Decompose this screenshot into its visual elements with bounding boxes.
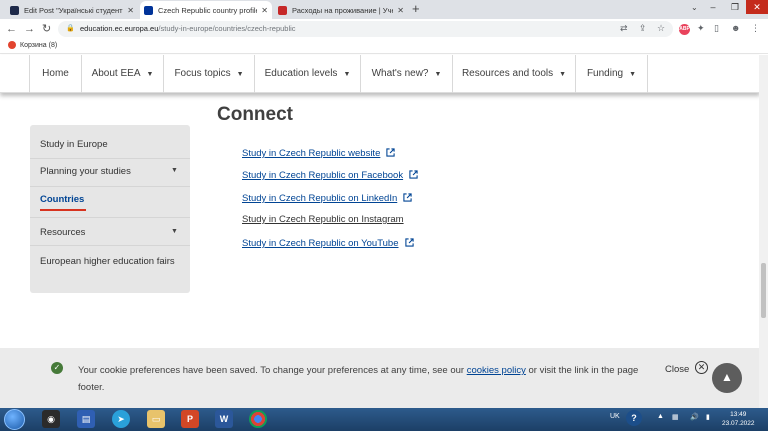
- tab-search-icon[interactable]: ⌄: [691, 3, 698, 12]
- network-icon[interactable]: ▦: [672, 413, 679, 421]
- active-indicator: [40, 209, 86, 211]
- divider: [30, 245, 190, 246]
- external-link-icon: [403, 193, 412, 202]
- divider: [30, 217, 190, 218]
- sidepanel-icon[interactable]: ▯: [714, 23, 719, 34]
- eu-flag-icon: [144, 5, 153, 15]
- caret-down-icon: ▼: [629, 71, 637, 78]
- caret-down-icon: ▼: [434, 71, 442, 78]
- cookie-message: Your cookie preferences have been saved.…: [78, 365, 639, 393]
- caret-down-icon: ▼: [559, 71, 567, 78]
- cookies-policy-link[interactable]: cookies policy: [467, 365, 526, 376]
- chrome-icon[interactable]: [249, 410, 267, 428]
- browser-tab-active[interactable]: Czech Republic country profile | ✕: [140, 1, 272, 19]
- battery-icon[interactable]: ▮: [706, 413, 710, 421]
- nav-item-whats-new[interactable]: What's new? ▼: [360, 55, 452, 93]
- nav-item-education-levels[interactable]: Education levels ▼: [254, 55, 360, 93]
- youtube-link[interactable]: Study in Czech Republic on YouTube: [242, 237, 414, 249]
- close-icon[interactable]: ✕: [695, 361, 708, 374]
- website-link[interactable]: Study in Czech Republic website: [242, 147, 395, 159]
- language-indicator[interactable]: UK: [610, 413, 620, 420]
- minimize-button[interactable]: –: [702, 0, 724, 14]
- start-button[interactable]: [4, 409, 25, 430]
- clock-date: 23.07.2022: [722, 420, 755, 427]
- instagram-link[interactable]: Study in Czech Republic on Instagram: [242, 214, 404, 225]
- url-host: education.ec.europa.eu: [80, 24, 159, 33]
- bookmark-favicon-icon: [8, 41, 16, 49]
- page-scrollbar[interactable]: [759, 55, 768, 408]
- sidebar-item-study-in-europe[interactable]: Study in Europe: [40, 139, 108, 150]
- cookie-close-label[interactable]: Close: [665, 364, 689, 375]
- volume-icon[interactable]: 🔊: [690, 413, 699, 421]
- external-link-icon: [409, 170, 418, 179]
- youtube-icon: [278, 5, 287, 15]
- browser-toolbar: ← → ↻ 🔒 education.ec.europa.eu/study-in-…: [0, 19, 768, 39]
- caret-down-icon[interactable]: ▼: [171, 228, 178, 235]
- back-icon[interactable]: ←: [6, 22, 17, 36]
- clock-time: 13:49: [730, 411, 747, 418]
- divider: [30, 186, 190, 187]
- tab-close-icon[interactable]: ✕: [127, 6, 134, 15]
- folder-icon[interactable]: ▭: [147, 410, 165, 428]
- floppy-app-icon[interactable]: ▤: [77, 410, 95, 428]
- forward-icon[interactable]: →: [24, 22, 35, 36]
- site-navigation: Home About EEA ▼ Focus topics ▼ Education …: [0, 55, 760, 93]
- word-icon[interactable]: W: [215, 410, 233, 428]
- back-to-top-button[interactable]: ▲: [712, 363, 742, 393]
- profile-icon[interactable]: ☻: [731, 23, 740, 33]
- bookmark-item[interactable]: Корзина (8): [8, 41, 57, 49]
- check-icon: ✓: [51, 362, 63, 374]
- tab-close-icon[interactable]: ✕: [397, 6, 404, 15]
- nav-item-funding[interactable]: Funding ▼: [575, 55, 648, 93]
- nav-item-resources-tools[interactable]: Resources and tools ▼: [452, 55, 575, 93]
- extensions-icon[interactable]: ✦: [697, 23, 705, 34]
- sidebar-item-countries[interactable]: Countries: [40, 194, 84, 205]
- tab-close-icon[interactable]: ✕: [261, 6, 268, 15]
- tab-strip: Edit Post "Українські студенти за ✕ Czec…: [0, 0, 768, 19]
- external-link-icon: [386, 148, 395, 157]
- new-tab-button[interactable]: +: [412, 2, 420, 16]
- sidebar-item-fairs[interactable]: European higher education fairs: [40, 255, 180, 269]
- maximize-button[interactable]: ❐: [724, 0, 746, 14]
- taskbar-clock[interactable]: 13:49 23.07.2022: [722, 410, 755, 428]
- caret-down-icon: ▼: [236, 71, 244, 78]
- browser-tab[interactable]: Расходы на проживание | Учеба ✕: [274, 1, 408, 19]
- tray-arrow-icon[interactable]: ▲: [657, 413, 664, 420]
- translate-icon[interactable]: ⇄: [620, 23, 628, 34]
- browser-tab[interactable]: Edit Post "Українські студенти за ✕: [6, 1, 138, 19]
- caret-down-icon: ▼: [146, 71, 154, 78]
- scrollbar-thumb[interactable]: [761, 263, 766, 318]
- reload-icon[interactable]: ↻: [42, 22, 51, 36]
- telegram-icon[interactable]: ➤: [112, 410, 130, 428]
- nav-item-focus-topics[interactable]: Focus topics ▼: [163, 55, 254, 93]
- caret-down-icon: ▼: [343, 71, 351, 78]
- sidebar-item-planning[interactable]: Planning your studies: [40, 166, 131, 177]
- lock-icon: 🔒: [66, 25, 75, 32]
- connect-heading: Connect: [217, 104, 293, 125]
- nav-item-home[interactable]: Home: [29, 55, 81, 93]
- bookmarks-bar: Корзина (8): [0, 39, 768, 54]
- extension-badge-icon[interactable]: ABP: [679, 24, 690, 35]
- facebook-link[interactable]: Study in Czech Republic on Facebook: [242, 169, 418, 181]
- wordpress-icon: [10, 5, 19, 15]
- powerpoint-icon[interactable]: P: [181, 410, 199, 428]
- sidebar-item-resources[interactable]: Resources: [40, 227, 85, 238]
- external-link-icon: [404, 238, 414, 247]
- window-close-button[interactable]: ✕: [746, 0, 768, 14]
- url-path: /study-in-europe/countries/czech-republi…: [158, 24, 296, 33]
- linkedin-link[interactable]: Study in Czech Republic on LinkedIn: [242, 192, 412, 204]
- help-icon[interactable]: ?: [626, 410, 642, 426]
- camera-app-icon[interactable]: ◉: [42, 410, 60, 428]
- share-icon[interactable]: ⇪: [639, 23, 647, 34]
- nav-item-about[interactable]: About EEA ▼: [81, 55, 163, 93]
- caret-down-icon[interactable]: ▼: [171, 167, 178, 174]
- address-bar[interactable]: 🔒 education.ec.europa.eu/study-in-europe…: [58, 21, 673, 37]
- bookmark-star-icon[interactable]: ☆: [657, 23, 665, 34]
- divider: [30, 158, 190, 159]
- menu-icon[interactable]: ⋮: [751, 23, 760, 34]
